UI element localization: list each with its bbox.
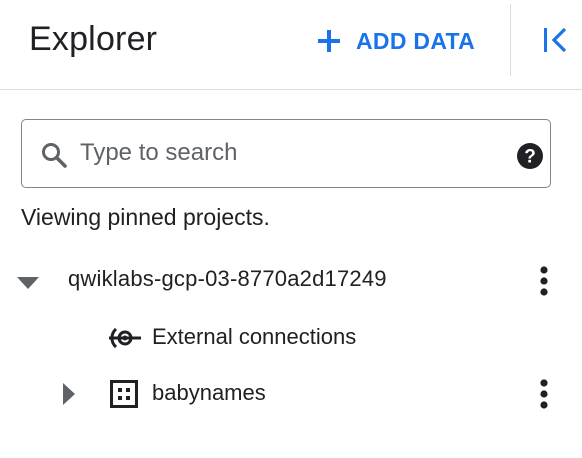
add-data-label: ADD DATA	[356, 27, 476, 54]
plus-icon	[318, 30, 340, 52]
add-data-button[interactable]: ADD DATA	[316, 24, 475, 58]
header-divider	[510, 4, 511, 76]
more-vert-icon[interactable]	[530, 264, 558, 298]
dataset-label[interactable]: babynames	[152, 380, 266, 406]
tree-item-dataset[interactable]: babynames	[0, 366, 582, 422]
help-icon[interactable]: ?	[516, 142, 544, 170]
dataset-icon	[110, 380, 138, 408]
external-connections-icon	[109, 327, 141, 349]
tree-item-project[interactable]: qwiklabs-gcp-03-8770a2d17249	[0, 252, 582, 308]
project-name[interactable]: qwiklabs-gcp-03-8770a2d17249	[68, 266, 387, 292]
caret-down-icon[interactable]	[16, 276, 40, 290]
pinned-projects-status: Viewing pinned projects.	[21, 204, 270, 230]
tree-item-external-connections[interactable]: External connections	[0, 310, 582, 366]
search-icon	[42, 143, 67, 168]
external-connections-label[interactable]: External connections	[152, 324, 356, 350]
explorer-header: Explorer ADD DATA	[0, 0, 582, 90]
svg-text:?: ?	[524, 147, 536, 168]
more-vert-icon[interactable]	[530, 377, 558, 411]
panel-title: Explorer	[29, 20, 158, 58]
search-box[interactable]: ?	[21, 119, 551, 188]
caret-right-icon[interactable]	[62, 382, 76, 406]
search-input[interactable]	[80, 133, 500, 173]
collapse-panel-icon[interactable]	[540, 24, 572, 56]
